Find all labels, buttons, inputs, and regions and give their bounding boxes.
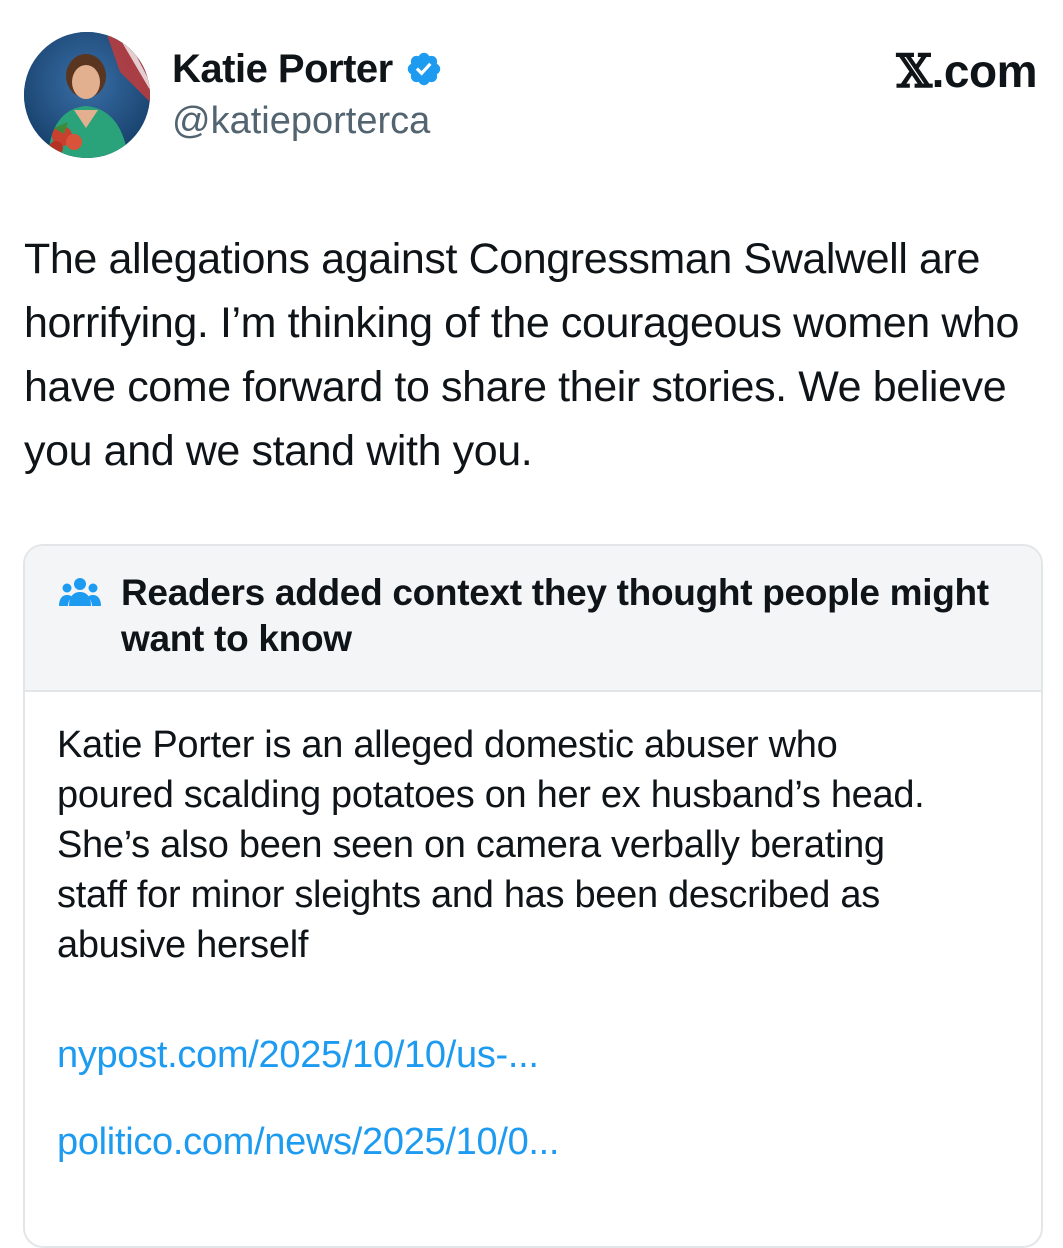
source-link-politico[interactable]: politico.com/news/2025/10/0... [57, 1121, 1009, 1164]
community-note-body: Katie Porter is an alleged domestic abus… [25, 692, 1041, 1164]
display-name-row: Katie Porter [172, 44, 443, 94]
verified-badge-icon [405, 50, 443, 88]
community-note: Readers added context they thought peopl… [23, 544, 1043, 1248]
x-logo-icon: 𝕏 [896, 44, 932, 98]
community-note-header: Readers added context they thought peopl… [25, 546, 1041, 692]
display-name[interactable]: Katie Porter [172, 47, 393, 92]
community-note-text: Katie Porter is an alleged domestic abus… [57, 724, 925, 966]
tweet-header: Katie Porter @katieporterca 𝕏.com [24, 26, 1039, 166]
source-link-nypost[interactable]: nypost.com/2025/10/10/us-... [57, 1034, 1009, 1077]
avatar-photo [24, 32, 150, 158]
author-block: Katie Porter @katieporterca [172, 44, 443, 143]
site-label-text: .com [931, 45, 1038, 97]
handle[interactable]: @katieporterca [172, 100, 443, 143]
tweet-text: The allegations against Congressman Swal… [24, 235, 1020, 475]
people-icon [59, 576, 101, 610]
site-label: 𝕏.com [896, 44, 1037, 98]
community-note-title: Readers added context they thought peopl… [121, 572, 989, 659]
avatar[interactable] [24, 32, 150, 158]
